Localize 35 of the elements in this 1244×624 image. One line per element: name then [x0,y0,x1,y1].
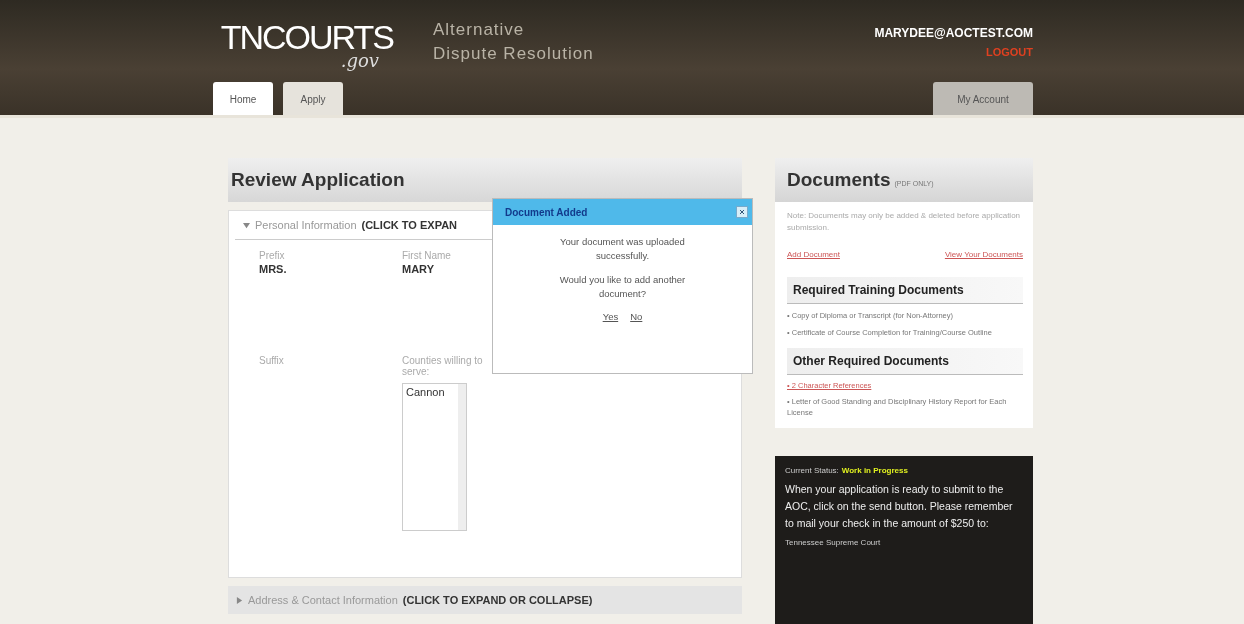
counties-list[interactable]: Cannon [402,383,467,531]
expand-hint: (CLICK TO EXPAN [361,219,458,231]
document-link[interactable]: View Your Documents [944,250,1023,259]
field-label: Counties willing to serve: [402,355,484,377]
field-label: Suffix [259,355,285,366]
user-email: MARYDEE@AOCTEST.COM [874,26,1033,40]
account-tab[interactable]: My Account [933,82,1033,115]
field-value: MARY [402,263,435,275]
dialog-question: Would you like to add another document? [558,273,687,301]
status-label: Current Status: [785,466,839,475]
group-heading: Other Required Documents [787,348,1023,375]
nav-tab[interactable]: Home [213,82,273,115]
documents-note: Note: Documents may only be added & deleted before application submission. [787,210,1022,234]
site-title: Dispute Resolution [433,44,594,64]
status-value: Work in Progress [841,466,908,475]
close-button[interactable] [736,206,748,218]
close-icon [739,209,745,215]
section-header[interactable]: Address & Contact Information (CLICK TO EXPAND OR COLLAPSE) [228,586,742,614]
field-label: First Name [402,250,452,261]
dialog-link[interactable]: Yes [602,311,619,322]
field-label: Prefix [259,250,286,261]
documents-title: Documents [787,169,891,191]
status-message: When your application is ready to submit to the AOC, click on the send button. Please remember to mail your check in the amount of $250 to: [785,482,1014,531]
site-title: Alternative [433,20,526,40]
dialog-link[interactable]: No [630,311,643,322]
expand-hint: (CLICK TO EXPAND OR COLLAPSE) [402,594,593,606]
group-heading: Required Training Documents [787,277,1023,304]
document-link[interactable]: Add Document [787,250,840,259]
page-title: Review Application [231,169,405,191]
logo-text: TNCOURTS [220,20,393,54]
section-label: Personal Information [255,219,357,231]
nav-tab[interactable]: Apply [283,82,343,115]
section-label: Address & Contact Information [248,594,398,606]
mailing-address: Tennessee Supreme Court [785,538,882,547]
field-value: MRS. [259,263,288,275]
